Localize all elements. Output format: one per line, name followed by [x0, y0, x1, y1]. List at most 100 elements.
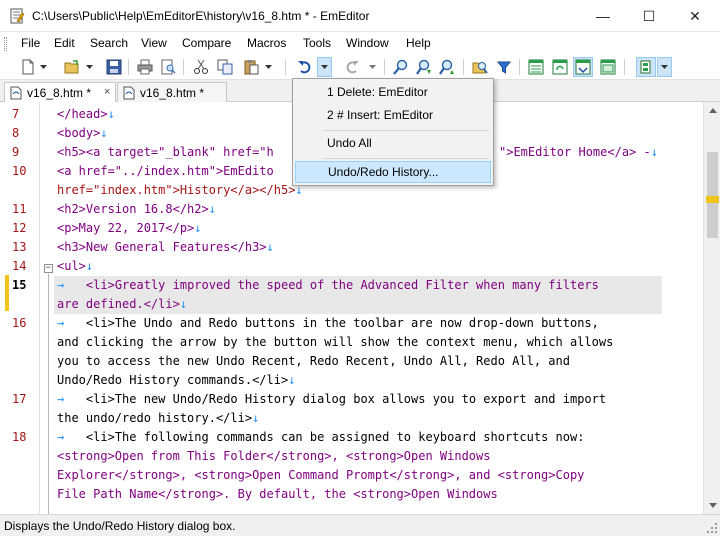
new-file-button[interactable]: [18, 57, 38, 77]
filter-icon: [496, 61, 512, 74]
open-dropdown[interactable]: [84, 57, 95, 77]
menu-compare[interactable]: Compare: [181, 36, 232, 50]
code-line: <h5><a target="_blank" href="h: [57, 145, 274, 159]
refresh-button[interactable]: [550, 57, 570, 77]
menu-bar: File Edit Search View Compare Macros Too…: [0, 32, 720, 54]
find-previous-button[interactable]: [437, 57, 457, 77]
code-line: → <li>The new Undo/Redo History dialog b…: [57, 392, 607, 406]
code-line: <body>↓: [57, 126, 108, 140]
new-file-icon: [22, 59, 34, 75]
copy-icon: [217, 59, 233, 75]
close-button[interactable]: ✕: [672, 0, 718, 32]
redo-icon: [346, 61, 359, 74]
tab-v16-8-active[interactable]: v16_8.htm * ×: [4, 82, 116, 103]
find-next-button[interactable]: [414, 57, 434, 77]
print-preview-button[interactable]: [158, 57, 178, 77]
code-line: Undo/Redo History commands.</li>↓: [57, 373, 296, 387]
find-next-icon: [416, 59, 431, 75]
line-number: 7: [12, 107, 20, 121]
undo-dropdown[interactable]: [317, 57, 332, 77]
vertical-scrollbar[interactable]: [703, 102, 720, 514]
fold-toggle[interactable]: −: [44, 264, 53, 273]
close-icon: ✕: [689, 7, 701, 24]
code-line-current: → <li>Greatly improved the speed of the …: [57, 278, 599, 292]
menu-macros[interactable]: Macros: [246, 36, 287, 50]
new-file-dropdown[interactable]: [38, 57, 49, 77]
line-number: 8: [12, 126, 20, 140]
cut-button[interactable]: [191, 57, 211, 77]
toolbar-separator: [519, 59, 520, 75]
redo-dropdown[interactable]: [367, 57, 378, 77]
window-split-button[interactable]: [526, 57, 546, 77]
chevron-down-icon: [321, 65, 328, 69]
code-line: <strong>Open from This Folder</strong>, …: [57, 449, 491, 463]
sync-button[interactable]: [573, 57, 593, 77]
menu-grip[interactable]: [4, 37, 7, 51]
save-button[interactable]: [104, 57, 124, 77]
code-line: <h3>New General Features</h3>↓: [57, 240, 274, 254]
undo-dropdown-menu: 1 Delete: EmEditor 2 # Insert: EmEditor …: [292, 78, 494, 186]
status-bar: Displays the Undo/Redo History dialog bo…: [0, 514, 720, 536]
menu-help[interactable]: Help: [405, 36, 432, 50]
tab-label: v16_8.htm *: [140, 86, 205, 100]
toolbar-separator: [384, 59, 385, 75]
find-in-files-button[interactable]: [470, 57, 490, 77]
menu-view[interactable]: View: [140, 36, 168, 50]
line-number: 16: [12, 316, 27, 330]
menu-window[interactable]: Window: [345, 36, 390, 50]
chevron-down-icon: [369, 65, 376, 69]
code-line: you to access the new Undo Recent, Redo …: [57, 354, 570, 368]
toolbar-separator: [128, 59, 129, 75]
minimize-button[interactable]: —: [580, 0, 626, 32]
chevron-up-icon: [708, 108, 717, 113]
outline-button[interactable]: [598, 57, 618, 77]
maximize-button[interactable]: ☐: [626, 0, 672, 32]
open-button[interactable]: [62, 57, 82, 77]
line-number: 18: [12, 430, 27, 444]
refresh-icon: [552, 59, 568, 75]
menu-tools[interactable]: Tools: [302, 36, 332, 50]
find-icon: [393, 59, 408, 75]
plugin-button[interactable]: [636, 57, 656, 77]
paste-button[interactable]: [241, 57, 261, 77]
chevron-down-icon: [661, 65, 668, 69]
copy-button[interactable]: [215, 57, 235, 77]
tab-close-icon[interactable]: ×: [104, 86, 110, 98]
paste-dropdown[interactable]: [263, 57, 274, 77]
line-number: 17: [12, 392, 27, 406]
save-icon: [106, 59, 122, 75]
line-number: 15: [12, 278, 27, 292]
undo-redo-history-item[interactable]: Undo/Redo History...: [295, 161, 491, 183]
code-line: <ul>↓: [57, 259, 94, 273]
plugin-icon: [640, 60, 651, 74]
size-grip-icon[interactable]: [706, 522, 718, 534]
emeditor-app-icon: [10, 8, 25, 24]
plugin-dropdown[interactable]: [657, 57, 672, 77]
print-button[interactable]: [135, 57, 155, 77]
scroll-thumb[interactable]: [707, 152, 718, 238]
sync-icon: [575, 59, 591, 75]
menu-file[interactable]: File: [20, 36, 41, 50]
scroll-down-button[interactable]: [704, 497, 720, 514]
fold-guide: [48, 274, 49, 514]
code-line: → <li>The following commands can be assi…: [57, 430, 585, 444]
find-button[interactable]: [391, 57, 411, 77]
tab-v16-8-second[interactable]: v16_8.htm *: [117, 82, 227, 102]
undo-button[interactable]: [295, 57, 315, 77]
menu-edit[interactable]: Edit: [53, 36, 76, 50]
line-number: 13: [12, 240, 27, 254]
undo-recent-item-2[interactable]: 2 # Insert: EmEditor: [295, 104, 491, 126]
code-line-current: are defined.</li>↓: [57, 297, 188, 311]
code-line: the undo/redo history.</li>↓: [57, 411, 260, 425]
toolbar-separator: [183, 59, 184, 75]
undo-all-item[interactable]: Undo All: [295, 132, 491, 154]
code-line: Explorer</strong>, <strong>Open Command …: [57, 468, 585, 482]
filter-button[interactable]: [494, 57, 514, 77]
redo-button[interactable]: [342, 57, 362, 77]
menu-search[interactable]: Search: [89, 36, 129, 50]
title-bar: C:\Users\Public\Help\EmEditorE\history\v…: [0, 0, 720, 32]
chevron-down-icon: [265, 65, 272, 69]
scroll-up-button[interactable]: [704, 102, 720, 119]
undo-recent-item-1[interactable]: 1 Delete: EmEditor: [295, 81, 491, 103]
tab-label: v16_8.htm *: [27, 86, 92, 100]
